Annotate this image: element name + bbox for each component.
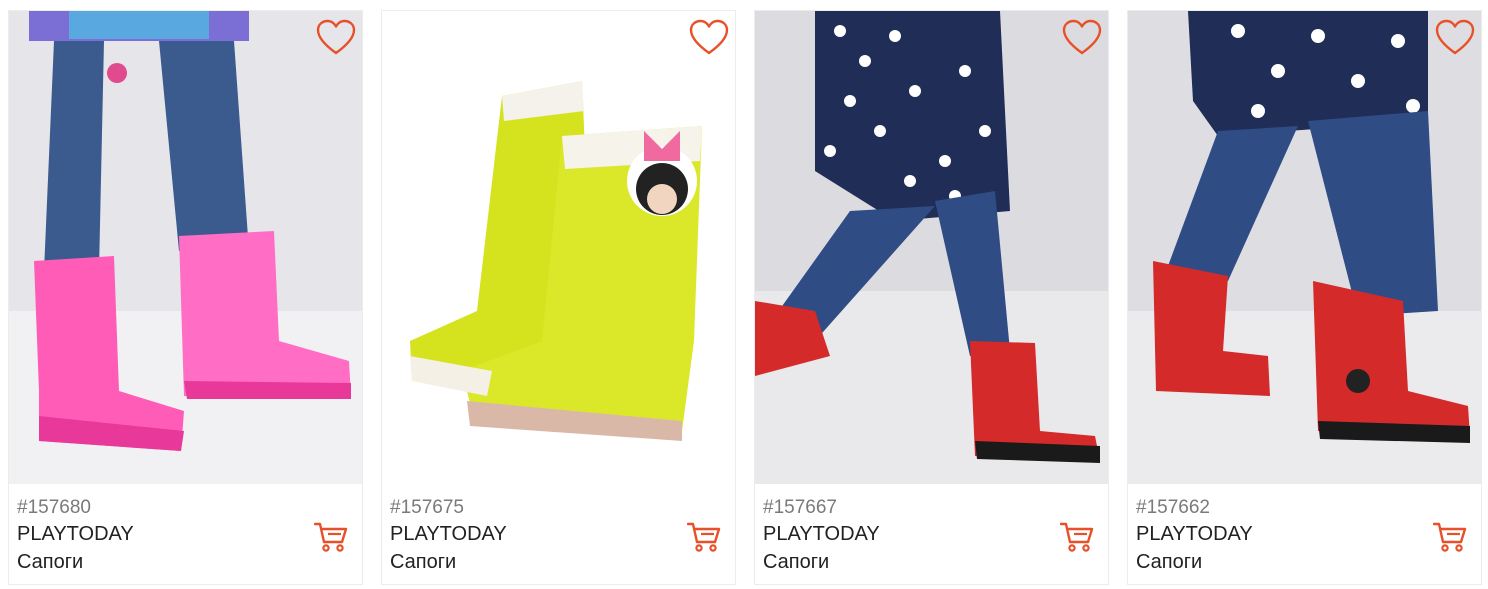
product-brand[interactable]: PLAYTODAY xyxy=(763,520,1108,548)
product-info: #157667 PLAYTODAY Сапоги xyxy=(763,496,1108,576)
product-image[interactable] xyxy=(1128,11,1481,484)
shopping-cart-icon[interactable] xyxy=(1433,521,1467,553)
product-name[interactable]: Сапоги xyxy=(763,548,1108,576)
product-image[interactable] xyxy=(382,11,735,484)
product-info: #157675 PLAYTODAY Сапоги xyxy=(390,496,735,576)
product-name[interactable]: Сапоги xyxy=(17,548,362,576)
product-card[interactable]: #157675 PLAYTODAY Сапоги xyxy=(381,10,736,585)
product-sku: #157675 xyxy=(390,497,464,518)
heart-outline-icon[interactable] xyxy=(1062,19,1102,57)
shopping-cart-icon[interactable] xyxy=(687,521,721,553)
product-info: #157680 PLAYTODAY Сапоги xyxy=(17,496,362,576)
shopping-cart-icon[interactable] xyxy=(314,521,348,553)
shopping-cart-icon[interactable] xyxy=(1060,521,1094,553)
product-info: #157662 PLAYTODAY Сапоги xyxy=(1136,496,1481,576)
product-name[interactable]: Сапоги xyxy=(1136,548,1481,576)
product-name[interactable]: Сапоги xyxy=(390,548,735,576)
product-brand[interactable]: PLAYTODAY xyxy=(390,520,735,548)
product-image[interactable] xyxy=(755,11,1108,484)
product-image[interactable] xyxy=(9,11,362,484)
product-grid: #157680 PLAYTODAY Сапоги #157675 PLAYTOD… xyxy=(0,0,1488,589)
heart-outline-icon[interactable] xyxy=(316,19,356,57)
product-sku: #157680 xyxy=(17,497,91,518)
product-brand[interactable]: PLAYTODAY xyxy=(1136,520,1481,548)
heart-outline-icon[interactable] xyxy=(1435,19,1475,57)
product-card[interactable]: #157667 PLAYTODAY Сапоги xyxy=(754,10,1109,585)
heart-outline-icon[interactable] xyxy=(689,19,729,57)
product-sku: #157662 xyxy=(1136,497,1210,518)
product-sku: #157667 xyxy=(763,497,837,518)
product-card[interactable]: #157662 PLAYTODAY Сапоги xyxy=(1127,10,1482,585)
product-brand[interactable]: PLAYTODAY xyxy=(17,520,362,548)
product-card[interactable]: #157680 PLAYTODAY Сапоги xyxy=(8,10,363,585)
